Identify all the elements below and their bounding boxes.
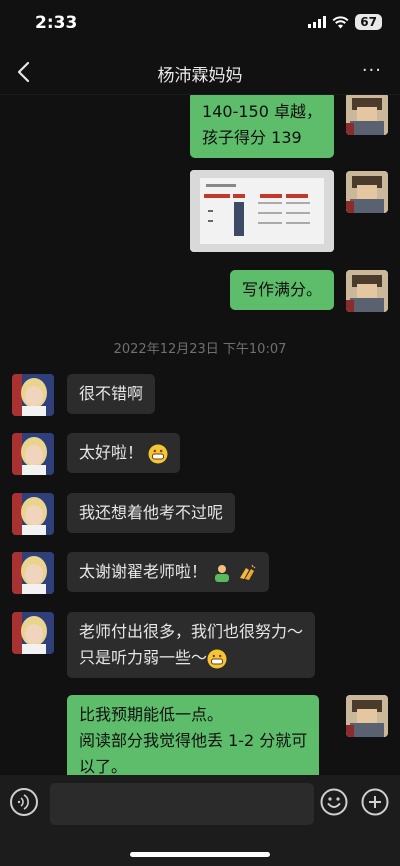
contact-avatar[interactable] — [12, 374, 54, 416]
emoji-icon[interactable] — [320, 788, 348, 816]
message-sent-expectation[interactable]: 比我预期能低一点。 阅读部分我觉得他丢 1-2 分就可 以了。 — [67, 695, 320, 775]
message-text: 只是听力弱一些～ — [79, 648, 208, 667]
contact-avatar[interactable] — [12, 552, 54, 594]
message-text-line: 只是听力弱一些～ — [79, 645, 303, 671]
message-text-line: 老师付出很多，我们也很努力～ — [79, 622, 304, 641]
battery-icon: 67 — [355, 14, 382, 30]
status-time: 2:33 — [35, 13, 78, 33]
message-text-line: 比我预期能低一点。 — [79, 705, 224, 724]
contact-avatar[interactable] — [12, 493, 54, 535]
clapping-hands-emoji-icon — [240, 564, 256, 580]
message-sent-writing[interactable]: 写作满分。 — [229, 270, 334, 310]
plus-icon[interactable] — [361, 788, 389, 816]
signal-icon — [308, 16, 327, 28]
message-text-line: 140-150 卓越， — [202, 102, 322, 121]
message-received[interactable]: 我还想着他考不过呢 — [67, 493, 236, 533]
message-received[interactable]: 很不错啊 — [67, 374, 156, 414]
message-text: 太好啦！ — [79, 443, 144, 462]
home-indicator — [130, 852, 270, 857]
message-received[interactable]: 太谢谢翟老师啦！ — [67, 552, 270, 592]
message-received[interactable]: 老师付出很多，我们也很努力～ 只是听力弱一些～ — [67, 612, 316, 678]
my-avatar[interactable] — [346, 270, 388, 312]
grin-emoji-icon — [207, 649, 227, 668]
chat-messages[interactable]: 140-150 卓越， 孩子得分 139 写作满分。 2022年12月23日 下… — [0, 95, 400, 775]
image-message[interactable] — [190, 170, 334, 252]
voice-icon — [17, 794, 29, 810]
message-received[interactable]: 太好啦！ — [67, 433, 181, 473]
my-avatar[interactable] — [346, 695, 388, 737]
message-sent-score[interactable]: 140-150 卓越， 孩子得分 139 — [190, 95, 334, 158]
wifi-icon — [332, 15, 349, 28]
my-avatar[interactable] — [346, 171, 388, 213]
contact-avatar[interactable] — [12, 433, 54, 475]
person-emoji-icon — [215, 564, 230, 582]
chat-header: 杨沛霖妈妈 ··· — [0, 50, 400, 95]
contact-avatar[interactable] — [12, 612, 54, 654]
message-text-line: 以了。 — [79, 757, 128, 775]
grin-emoji-icon — [148, 444, 168, 463]
status-bar: 2:33 67 — [0, 0, 400, 50]
status-icons: 67 — [308, 14, 382, 30]
message-timestamp: 2022年12月23日 下午10:07 — [113, 342, 287, 357]
chat-title: 杨沛霖妈妈 — [157, 66, 243, 86]
message-text-line: 孩子得分 139 — [202, 128, 302, 147]
my-avatar[interactable] — [346, 95, 388, 135]
voice-input-button[interactable] — [10, 788, 38, 816]
message-text: 太谢谢翟老师啦！ — [79, 562, 208, 581]
more-options-button[interactable]: ··· — [362, 60, 382, 81]
message-text-line: 阅读部分我觉得他丢 1-2 分就可 — [79, 731, 308, 750]
message-input[interactable] — [50, 783, 314, 825]
